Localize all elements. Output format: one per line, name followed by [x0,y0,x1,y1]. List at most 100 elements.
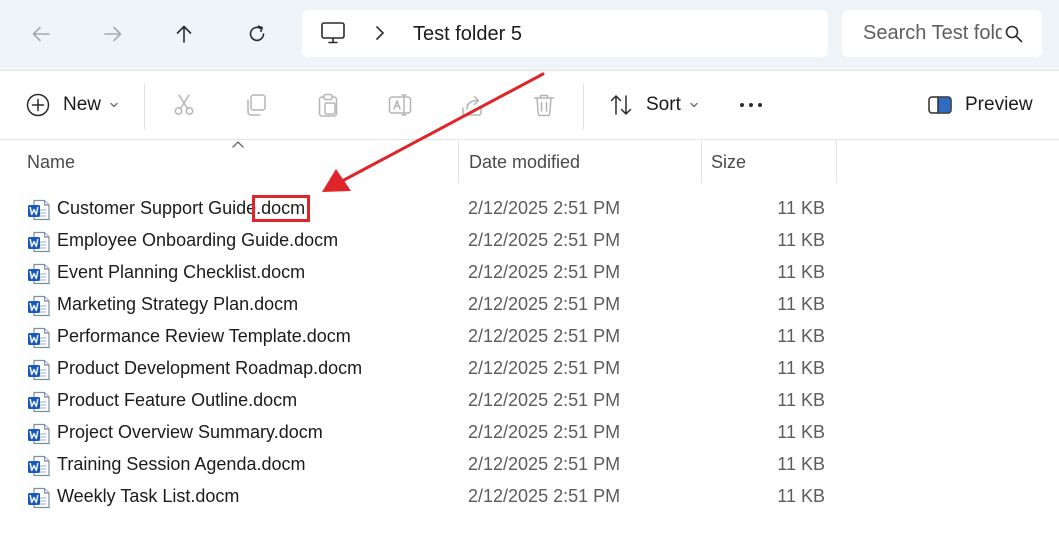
file-row[interactable]: Event Planning Checklist.docm 2/12/2025 … [0,257,840,289]
column-resize-handle[interactable] [458,141,459,183]
word-document-icon [28,231,50,253]
toolbar-divider [144,84,145,130]
new-button-label: New [63,94,102,115]
file-row[interactable]: Customer Support Guide.docm 2/12/2025 2:… [0,193,840,225]
chevron-right-icon[interactable] [372,24,388,42]
sort-button-label: Sort [646,94,681,115]
column-header-date-label: Date modified [469,151,581,172]
file-name: Employee Onboarding Guide.docm [57,230,339,250]
file-name: Product Development Roadmap.docm [57,358,363,378]
clipboard-icon [318,93,338,117]
word-document-icon [28,391,50,413]
scissors-icon [174,94,194,115]
arrow-right-icon [104,26,122,42]
column-resize-handle[interactable] [836,141,837,183]
file-name: Marketing Strategy Plan.docm [57,294,299,314]
up-button[interactable] [167,17,201,51]
file-size: 11 KB [777,294,825,314]
file-size: 11 KB [777,454,825,474]
column-header-size-label: Size [711,151,747,172]
file-date-modified: 2/12/2025 2:51 PM [468,358,621,378]
trash-icon [533,94,555,117]
word-document-icon [28,359,50,381]
search-icon[interactable] [1004,24,1024,44]
chevron-down-icon [690,102,698,108]
preview-pane-label: Preview [965,94,1033,115]
file-row[interactable]: Product Development Roadmap.docm 2/12/20… [0,353,840,385]
file-row[interactable]: Training Session Agenda.docm 2/12/2025 2… [0,449,840,481]
file-row[interactable]: Performance Review Template.docm 2/12/20… [0,321,840,353]
file-name: Customer Support Guide.docm [57,198,306,218]
sort-button[interactable]: Sort [608,71,699,139]
command-bar: New Sort Preview [0,70,1059,140]
refresh-icon [249,25,265,42]
word-document-icon [28,487,50,509]
preview-pane-button[interactable]: Preview [927,71,1033,139]
column-header-date[interactable]: Date modified [469,141,701,183]
word-document-icon [28,327,50,349]
word-document-icon [28,423,50,445]
column-header-name[interactable]: Name [27,141,457,183]
file-row[interactable]: Marketing Strategy Plan.docm 2/12/2025 2… [0,289,840,321]
search-box[interactable] [842,10,1042,57]
word-document-icon [28,295,50,317]
file-size: 11 KB [777,390,825,410]
back-button[interactable] [24,17,58,51]
chevron-down-icon [110,102,118,108]
paste-button[interactable] [315,71,341,139]
word-document-icon [28,455,50,477]
file-date-modified: 2/12/2025 2:51 PM [468,390,621,410]
word-document-icon [28,199,50,221]
file-size: 11 KB [777,262,825,282]
column-header-name-label: Name [27,151,76,172]
search-input[interactable] [842,10,1002,57]
file-row[interactable]: Product Feature Outline.docm 2/12/2025 2… [0,385,840,417]
file-row[interactable]: Weekly Task List.docm 2/12/2025 2:51 PM … [0,481,840,513]
file-list: Customer Support Guide.docm 2/12/2025 2:… [0,193,1059,513]
column-resize-handle[interactable] [701,141,702,183]
share-icon [462,95,482,116]
delete-button[interactable] [531,71,557,139]
more-options-button[interactable] [738,71,764,139]
file-name: Project Overview Summary.docm [57,422,323,442]
copy-button[interactable] [243,71,269,139]
file-row[interactable]: Project Overview Summary.docm 2/12/2025 … [0,417,840,449]
file-size: 11 KB [777,486,825,506]
file-name: Product Feature Outline.docm [57,390,298,410]
file-row[interactable]: Employee Onboarding Guide.docm 2/12/2025… [0,225,840,257]
file-date-modified: 2/12/2025 2:51 PM [468,262,621,282]
file-size: 11 KB [777,326,825,346]
file-date-modified: 2/12/2025 2:51 PM [468,454,621,474]
file-date-modified: 2/12/2025 2:51 PM [468,198,621,218]
file-date-modified: 2/12/2025 2:51 PM [468,294,621,314]
refresh-button[interactable] [240,17,274,51]
rename-button[interactable] [387,71,413,139]
sort-arrows-icon [610,95,632,115]
file-name: Weekly Task List.docm [57,486,240,506]
preview-pane-icon [928,96,952,114]
file-name: Event Planning Checklist.docm [57,262,306,282]
file-name: Training Session Agenda.docm [57,454,306,474]
word-document-icon [28,263,50,285]
arrow-left-icon [32,26,50,42]
file-size: 11 KB [777,358,825,378]
address-bar-strip: Test folder 5 [0,0,1059,70]
column-header-size[interactable]: Size [711,141,836,183]
new-button[interactable]: New [25,71,119,139]
file-size: 11 KB [777,198,825,218]
file-date-modified: 2/12/2025 2:51 PM [468,422,621,442]
arrow-up-icon [176,25,192,43]
rename-icon [388,94,412,116]
file-size: 11 KB [777,230,825,250]
copy-icon [247,94,266,116]
toolbar-divider [583,84,584,130]
cut-button[interactable] [171,71,197,139]
forward-button[interactable] [96,17,130,51]
file-name: Performance Review Template.docm [57,326,351,346]
share-button[interactable] [459,71,485,139]
more-dots-icon [740,103,762,107]
add-circle-icon [26,93,50,117]
address-field[interactable]: Test folder 5 [302,10,828,57]
breadcrumb-current-folder[interactable]: Test folder 5 [413,23,522,46]
file-date-modified: 2/12/2025 2:51 PM [468,230,621,250]
